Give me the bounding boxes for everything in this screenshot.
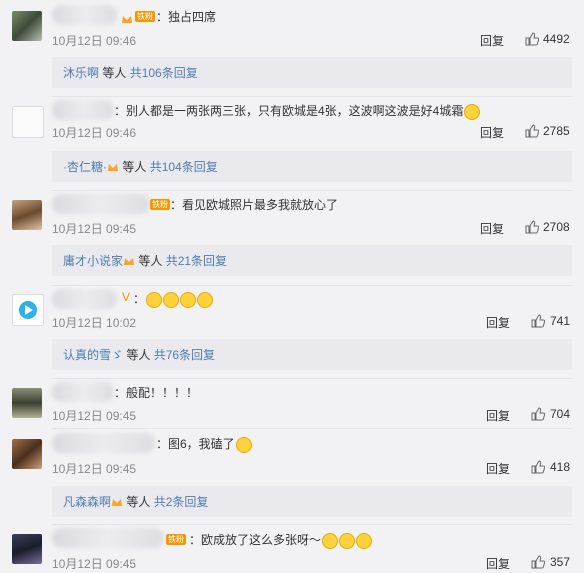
reply-button[interactable]: 回复 [486, 460, 510, 477]
like-count: 2708 [543, 220, 570, 234]
emoji-icon [146, 291, 163, 308]
reply-button[interactable]: 回复 [480, 124, 504, 141]
thumbs-up-icon[interactable] [531, 314, 545, 328]
emoji-icon [464, 103, 481, 120]
divider [52, 190, 572, 191]
crown-icon [121, 12, 133, 23]
crown-icon [123, 256, 135, 267]
avatar[interactable] [12, 439, 42, 469]
like-count: 704 [550, 407, 571, 421]
reply-button[interactable]: 回复 [480, 220, 504, 237]
username-blurred[interactable] [52, 382, 114, 402]
verified-icon: V [122, 290, 131, 304]
emoji-icon [163, 291, 180, 308]
thread-user[interactable]: 凡森森啊 [63, 495, 111, 509]
comment-time: 10月12日 10:02 [52, 316, 137, 330]
comment-time: 10月12日 09:45 [52, 409, 137, 423]
fan-badge: 铁粉 [150, 199, 170, 210]
divider [52, 285, 572, 286]
fan-badge: 铁粉 [135, 11, 155, 22]
avatar[interactable] [12, 11, 42, 41]
like-count: 2785 [543, 124, 570, 138]
like-count: 418 [550, 460, 571, 474]
thumbs-up-icon[interactable] [525, 124, 539, 138]
like-count: 741 [550, 314, 571, 328]
username-blurred[interactable] [52, 433, 155, 453]
fan-badge: 铁粉 [166, 534, 186, 545]
avatar[interactable] [12, 388, 42, 418]
divider [52, 524, 572, 525]
comment-text: ：欧成放了这么多张呀～ [189, 533, 322, 547]
reply-button[interactable]: 回复 [486, 555, 510, 572]
thread-user[interactable]: 沐乐啊 [63, 66, 99, 80]
comment-text: ：图6，我磕了 [156, 437, 235, 451]
reply-thread[interactable]: 认真的雪ゞ 等人 共76条回复 [52, 339, 572, 370]
thread-count[interactable]: 共104条回复 [150, 160, 218, 174]
thread-user[interactable]: 庸才小说家 [63, 254, 123, 268]
divider [52, 378, 572, 379]
reply-thread[interactable]: 沐乐啊 等人 共106条回复 [52, 57, 572, 88]
thread-user[interactable]: 认真的雪ゞ [63, 348, 123, 362]
divider [52, 428, 572, 429]
emoji-icon [180, 291, 197, 308]
like-count: 357 [550, 555, 571, 569]
thread-suffix: 等人 [135, 254, 163, 268]
thumbs-up-icon[interactable] [531, 407, 545, 421]
username-blurred[interactable] [52, 289, 117, 309]
comment-time: 10月12日 09:45 [52, 222, 137, 236]
crown-icon [111, 497, 123, 508]
avatar[interactable] [12, 294, 44, 326]
comment-text: ：独占四席 [156, 10, 217, 24]
thread-count[interactable]: 共76条回复 [154, 348, 215, 362]
reply-button[interactable]: 回复 [486, 314, 510, 331]
thread-suffix: 等人 [99, 66, 127, 80]
thread-suffix: 等人 [123, 348, 151, 362]
crown-icon [107, 162, 119, 173]
emoji-icon [322, 532, 339, 549]
thread-count[interactable]: 共21条回复 [166, 254, 227, 268]
thread-user[interactable]: ·杏仁糖· [63, 160, 107, 174]
comment-text: ：般配！！！！ [114, 386, 199, 400]
emoji-icon [197, 291, 214, 308]
username-blurred[interactable] [52, 5, 117, 25]
reply-thread[interactable]: ·杏仁糖· 等人 共104条回复 [52, 151, 572, 182]
thumbs-up-icon[interactable] [525, 32, 539, 46]
divider [52, 96, 572, 97]
comment-text: ：看见欧城照片最多我就放心了 [170, 198, 339, 212]
emoji-icon [339, 532, 356, 549]
thread-count[interactable]: 共2条回复 [154, 495, 209, 509]
thread-count[interactable]: 共106条回复 [130, 66, 198, 80]
comment-text: ：别人都是一两张两三张，只有欧城是4张，这波啊这波是好4城霜 [114, 104, 464, 118]
avatar[interactable] [12, 106, 44, 138]
comment-time: 10月12日 09:46 [52, 34, 137, 48]
username-blurred[interactable] [52, 528, 164, 548]
thread-suffix: 等人 [119, 160, 147, 174]
username-blurred[interactable] [52, 100, 114, 120]
like-count: 4492 [543, 32, 570, 46]
username-blurred[interactable] [52, 194, 150, 214]
thumbs-up-icon[interactable] [531, 555, 545, 569]
reply-thread[interactable]: 凡森森啊 等人 共2条回复 [52, 486, 572, 517]
comment-text: ： [133, 292, 146, 306]
emoji-icon [356, 532, 373, 549]
reply-button[interactable]: 回复 [486, 407, 510, 424]
thread-suffix: 等人 [123, 495, 151, 509]
reply-button[interactable]: 回复 [480, 32, 504, 49]
reply-thread[interactable]: 庸才小说家 等人 共21条回复 [52, 245, 572, 276]
avatar[interactable] [12, 534, 42, 564]
comment-time: 10月12日 09:45 [52, 557, 137, 571]
comment-time: 10月12日 09:46 [52, 126, 137, 140]
thumbs-up-icon[interactable] [531, 460, 545, 474]
emoji-icon [235, 436, 252, 453]
avatar[interactable] [12, 200, 42, 230]
comment-time: 10月12日 09:45 [52, 462, 137, 476]
thumbs-up-icon[interactable] [525, 220, 539, 234]
